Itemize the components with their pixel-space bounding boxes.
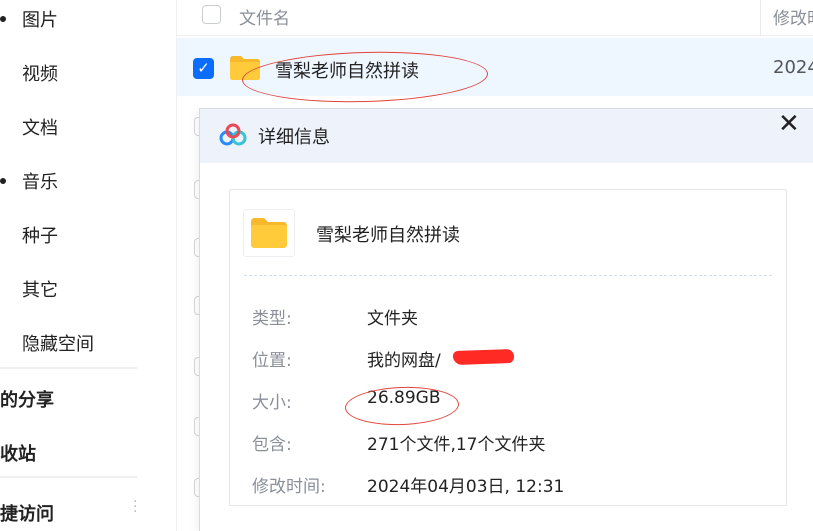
- info-value-type: 文件夹: [367, 309, 418, 329]
- info-label-size: 大小:: [252, 393, 292, 413]
- info-label-location: 位置:: [252, 351, 292, 371]
- dialog-header: 详细信息 ✕: [200, 109, 813, 163]
- sidebar-item-label: 文档: [22, 118, 58, 139]
- app-root: 图片 视频 文档 音乐 种子 其它 隐藏空间 的分享 收站 捷访问 ···: [0, 0, 813, 531]
- info-value-modified: 2024年04月03日, 12:31: [367, 477, 565, 497]
- sidebar-item-label: 其它: [22, 280, 58, 301]
- info-value-contains: 271个文件,17个文件夹: [367, 435, 546, 455]
- sidebar: 图片 视频 文档 音乐 种子 其它 隐藏空间 的分享 收站 捷访问 · · ·: [0, 0, 176, 531]
- more-vertical-icon[interactable]: · · ·: [133, 495, 137, 519]
- info-label-modified: 修改时间:: [252, 477, 326, 497]
- info-label-contains: 包含:: [252, 435, 292, 455]
- sidebar-item-label: 音乐: [22, 172, 58, 193]
- column-header-modified[interactable]: 修改时: [773, 4, 813, 29]
- checkmark-icon[interactable]: ✓: [193, 58, 214, 79]
- info-file-name: 雪梨老师自然拼读: [316, 225, 460, 246]
- sidebar-section-shares[interactable]: 的分享: [0, 386, 54, 412]
- info-label-type: 类型:: [252, 309, 292, 329]
- bullet-icon: [0, 178, 6, 184]
- sidebar-item-label: 种子: [22, 226, 58, 247]
- sidebar-item-label: 图片: [22, 10, 58, 31]
- info-value-location[interactable]: 我的网盘/: [367, 346, 441, 371]
- file-row-selected[interactable]: ✓ 雪梨老师自然拼读 2024: [177, 38, 813, 106]
- sidebar-section-recycle-bin[interactable]: 收站: [0, 440, 36, 466]
- select-all-checkbox[interactable]: [202, 5, 221, 24]
- sidebar-section-quick-access[interactable]: 捷访问: [0, 500, 54, 526]
- redaction-mark: [452, 348, 515, 366]
- sidebar-item-label: 隐藏空间: [22, 334, 94, 355]
- dialog-title: 详细信息: [258, 127, 330, 148]
- info-panel: 雪梨老师自然拼读 类型: 文件夹 位置: 我的网盘/ 大小: 26.89GB 包…: [229, 189, 787, 506]
- folder-thumbnail: [243, 209, 295, 257]
- file-modified-date: 2024: [773, 57, 813, 78]
- folder-icon: [251, 218, 287, 248]
- dashed-divider: [244, 275, 772, 276]
- sidebar-divider: [0, 367, 137, 369]
- cloud-logo-icon: [218, 123, 248, 151]
- close-icon[interactable]: ✕: [778, 111, 800, 137]
- list-header: 文件名 修改时: [177, 0, 813, 36]
- details-dialog: 详细信息 ✕ 雪梨老师自然拼读 类型: 文件夹 位置: 我的网盘/ 大小: 26…: [199, 108, 813, 531]
- column-separator[interactable]: [760, 0, 761, 36]
- sidebar-divider: [0, 476, 137, 478]
- bullet-icon: [0, 16, 6, 22]
- sidebar-item-label: 视频: [22, 64, 58, 85]
- column-header-name[interactable]: 文件名: [239, 4, 290, 29]
